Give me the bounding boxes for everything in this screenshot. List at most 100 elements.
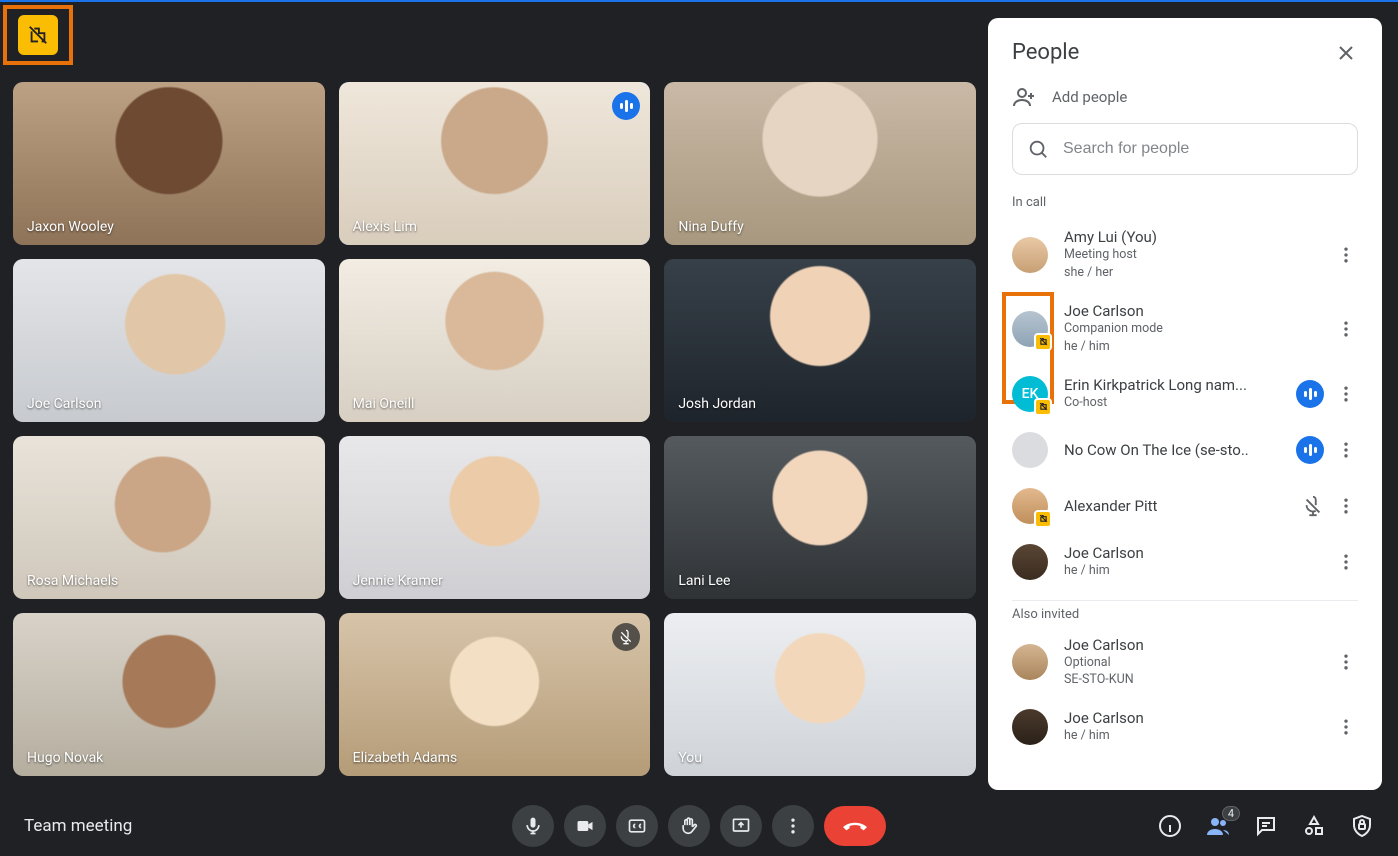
- person-name: Joe Carlson: [1064, 544, 1318, 562]
- close-icon: [1334, 41, 1358, 65]
- section-label-also-invited: Also invited: [996, 601, 1374, 626]
- person-row[interactable]: Joe Carlson Optional SE-STO-KUN: [996, 626, 1374, 700]
- people-count-badge: 4: [1222, 806, 1240, 821]
- person-row[interactable]: Joe Carlson he / him: [996, 534, 1374, 590]
- speaking-indicator-icon: [1296, 436, 1324, 464]
- video-tile[interactable]: Nina Duffy: [664, 82, 976, 245]
- person-add-icon: [1012, 85, 1036, 109]
- cc-icon: [627, 816, 647, 836]
- companion-mode-badge[interactable]: [18, 15, 58, 55]
- people-list: Amy Lui (You) Meeting host she / her Joe…: [988, 214, 1382, 790]
- companion-mode-highlight: [3, 5, 73, 65]
- avatar: [1012, 432, 1048, 468]
- person-row[interactable]: No Cow On The Ice (se-sto..: [996, 422, 1374, 478]
- avatar: [1012, 311, 1048, 347]
- person-pronouns: he / him: [1064, 339, 1318, 356]
- kebab-icon: [1336, 245, 1356, 265]
- person-subtitle: Meeting host: [1064, 247, 1318, 264]
- avatar: [1012, 237, 1048, 273]
- person-name: Joe Carlson: [1064, 709, 1318, 727]
- video-tile[interactable]: Rosa Michaels: [13, 436, 325, 599]
- panel-title: People: [1012, 40, 1079, 65]
- search-input[interactable]: [1063, 140, 1343, 158]
- present-button[interactable]: [720, 805, 762, 847]
- person-subtitle: Optional: [1064, 655, 1318, 672]
- info-icon: [1158, 814, 1182, 838]
- video-tile[interactable]: Elizabeth Adams: [339, 613, 651, 776]
- video-tile[interactable]: Jaxon Wooley: [13, 82, 325, 245]
- companion-badge-icon: [1034, 398, 1052, 416]
- video-tile[interactable]: You: [664, 613, 976, 776]
- camera-icon: [575, 816, 595, 836]
- right-controls: 4: [1158, 814, 1374, 838]
- present-icon: [731, 816, 751, 836]
- participant-name: Jaxon Wooley: [27, 219, 114, 235]
- person-pronouns: he / him: [1064, 563, 1318, 580]
- chat-icon: [1254, 814, 1278, 838]
- video-tile[interactable]: Lani Lee: [664, 436, 976, 599]
- camera-button[interactable]: [564, 805, 606, 847]
- kebab-icon: [1336, 496, 1356, 516]
- chat-button[interactable]: [1254, 814, 1278, 838]
- avatar: [1012, 488, 1048, 524]
- more-actions-button[interactable]: [1334, 650, 1358, 674]
- participant-name: You: [678, 750, 702, 766]
- host-controls-button[interactable]: [1350, 814, 1374, 838]
- participant-name: Nina Duffy: [678, 219, 743, 235]
- avatar: [1012, 544, 1048, 580]
- mic-icon: [523, 816, 543, 836]
- person-name: Joe Carlson: [1064, 636, 1318, 654]
- hangup-icon: [842, 813, 868, 839]
- more-options-button[interactable]: [772, 805, 814, 847]
- video-tile[interactable]: Jennie Kramer: [339, 436, 651, 599]
- activities-button[interactable]: [1302, 814, 1326, 838]
- more-actions-button[interactable]: [1334, 494, 1358, 518]
- person-row[interactable]: Joe Carlson Companion mode he / him: [996, 292, 1374, 366]
- video-tile[interactable]: Hugo Novak: [13, 613, 325, 776]
- person-row[interactable]: EK Erin Kirkpatrick Long nam... Co-host: [996, 366, 1374, 422]
- section-label-in-call: In call: [988, 189, 1382, 214]
- hand-icon: [679, 816, 699, 836]
- search-people-field[interactable]: [1012, 123, 1358, 175]
- add-people-button[interactable]: Add people: [988, 75, 1382, 123]
- raise-hand-button[interactable]: [668, 805, 710, 847]
- person-row[interactable]: Amy Lui (You) Meeting host she / her: [996, 218, 1374, 292]
- captions-button[interactable]: [616, 805, 658, 847]
- person-subtitle: Co-host: [1064, 395, 1280, 412]
- more-actions-button[interactable]: [1334, 715, 1358, 739]
- search-icon: [1027, 138, 1049, 160]
- kebab-icon: [1336, 319, 1356, 339]
- person-location: SE-STO-KUN: [1064, 672, 1318, 689]
- video-tile[interactable]: Mai Oneill: [339, 259, 651, 422]
- more-actions-button[interactable]: [1334, 382, 1358, 406]
- more-actions-button[interactable]: [1334, 550, 1358, 574]
- mic-off-icon: [1302, 495, 1324, 517]
- video-tile[interactable]: Alexis Lim: [339, 82, 651, 245]
- person-name: Erin Kirkpatrick Long nam...: [1064, 376, 1280, 394]
- kebab-icon: [1336, 717, 1356, 737]
- people-button[interactable]: 4: [1206, 814, 1230, 838]
- more-actions-button[interactable]: [1334, 438, 1358, 462]
- close-button[interactable]: [1334, 41, 1358, 65]
- person-name: Joe Carlson: [1064, 302, 1318, 320]
- meeting-details-button[interactable]: [1158, 814, 1182, 838]
- person-name: Amy Lui (You): [1064, 228, 1318, 246]
- person-row[interactable]: Joe Carlson he / him: [996, 699, 1374, 755]
- more-actions-button[interactable]: [1334, 243, 1358, 267]
- bottom-bar: Team meeting 4: [0, 796, 1398, 856]
- kebab-icon: [1336, 552, 1356, 572]
- video-tile[interactable]: Joe Carlson: [13, 259, 325, 422]
- participant-name: Alexis Lim: [353, 219, 417, 235]
- more-actions-button[interactable]: [1334, 317, 1358, 341]
- call-controls: [512, 805, 886, 847]
- participant-name: Jennie Kramer: [353, 573, 443, 589]
- person-pronouns: she / her: [1064, 265, 1318, 282]
- domain-disabled-icon: [27, 24, 49, 46]
- person-row[interactable]: Alexander Pitt: [996, 478, 1374, 534]
- participant-name: Hugo Novak: [27, 750, 103, 766]
- mic-button[interactable]: [512, 805, 554, 847]
- participant-name: Josh Jordan: [678, 396, 756, 412]
- leave-call-button[interactable]: [824, 806, 886, 846]
- participant-name: Elizabeth Adams: [353, 750, 458, 766]
- video-tile[interactable]: Josh Jordan: [664, 259, 976, 422]
